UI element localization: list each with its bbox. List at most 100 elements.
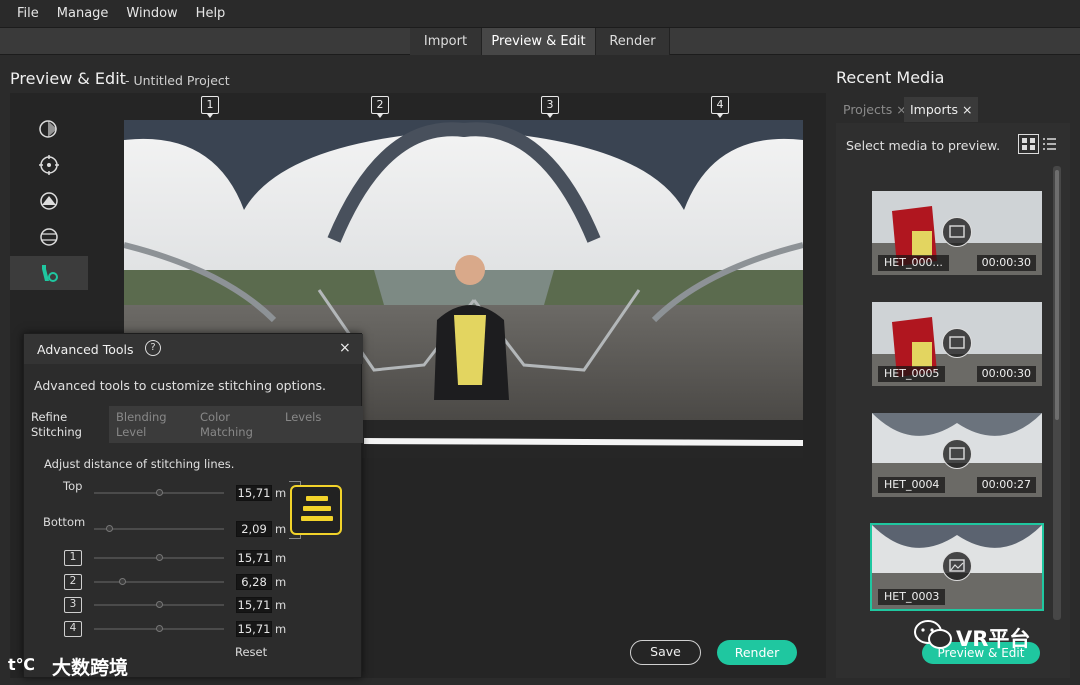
media-name: HET_000...	[878, 255, 949, 271]
media-duration: 00:00:30	[976, 366, 1036, 382]
advanced-tools-header: Advanced Tools ? ×	[24, 334, 363, 364]
advanced-tools-title: Advanced Tools	[37, 342, 134, 357]
lens-icon	[40, 228, 58, 246]
wrench-gear-icon	[42, 265, 58, 282]
advanced-tools-button[interactable]	[10, 256, 88, 290]
stitch-2-slider[interactable]	[94, 578, 224, 585]
unit-label: m	[275, 486, 287, 500]
project-name: - Untitled Project	[125, 73, 230, 88]
stitch-marker-1[interactable]: 1	[201, 96, 219, 118]
stitch-number-2: 2	[64, 574, 82, 590]
top-value[interactable]: 15,71	[236, 485, 272, 501]
tab-import[interactable]: Import	[410, 28, 482, 55]
media-item[interactable]: HET_000... 00:00:30	[872, 191, 1042, 275]
lens-tool[interactable]	[10, 220, 88, 254]
media-name: HET_0003	[878, 589, 946, 605]
recent-media-title: Recent Media	[836, 68, 945, 87]
horizon-tool[interactable]	[10, 184, 88, 218]
tab-projects[interactable]: Projects ×	[837, 97, 913, 122]
media-item-selected[interactable]: HET_0003	[870, 523, 1044, 611]
menu-help[interactable]: Help	[187, 6, 235, 21]
media-item[interactable]: HET_0004 00:00:27	[872, 413, 1042, 497]
stitch-4-slider[interactable]	[94, 625, 224, 632]
watermark-logo-icon: t℃	[8, 655, 35, 674]
unit-label: m	[275, 575, 287, 589]
menu-window[interactable]: Window	[117, 6, 186, 21]
stitch-marker-3[interactable]: 3	[541, 96, 559, 118]
orientation-tool[interactable]	[10, 112, 88, 146]
media-scrollbar-thumb[interactable]	[1055, 170, 1059, 420]
unit-label: m	[275, 551, 287, 565]
stitching-instruction: Adjust distance of stitching lines.	[44, 457, 235, 471]
horizon-icon	[40, 192, 58, 210]
stitch-1-value[interactable]: 15,71	[236, 550, 272, 566]
close-icon[interactable]: ×	[339, 340, 351, 356]
media-name: HET_0005	[878, 366, 946, 382]
stitch-marker-4[interactable]: 4	[711, 96, 729, 118]
grid-view-icon[interactable]	[1018, 134, 1039, 154]
tab-refine-stitching[interactable]: Refine Stitching	[24, 406, 109, 443]
page-title: Preview & Edit	[10, 69, 126, 88]
stitch-2-value[interactable]: 6,28	[236, 574, 272, 590]
stitch-4-value[interactable]: 15,71	[236, 621, 272, 637]
watermark-right-text: VR平台	[956, 627, 1031, 651]
watermark-left-text: 大数跨境	[52, 657, 129, 679]
stitch-3-slider[interactable]	[94, 601, 224, 608]
list-icon	[1043, 138, 1056, 150]
menu-bar: File Manage Window Help	[0, 0, 1080, 28]
tab-blending-level[interactable]: Blending Level	[109, 406, 193, 443]
slider-knob[interactable]	[155, 489, 163, 496]
target-tool[interactable]	[10, 148, 88, 182]
select-media-hint: Select media to preview.	[846, 138, 1001, 153]
stitch-1-slider[interactable]	[94, 554, 224, 561]
advanced-tools-tabs: Refine Stitching Blending Level Color Ma…	[24, 406, 363, 443]
wechat-icon	[914, 620, 952, 649]
render-button[interactable]: Render	[717, 640, 797, 665]
unit-label: m	[275, 522, 287, 536]
tab-levels[interactable]: Levels	[278, 406, 363, 443]
slider-knob[interactable]	[106, 525, 114, 532]
close-icon[interactable]: ×	[962, 102, 972, 117]
stitch-number-1: 1	[64, 550, 82, 566]
slider-knob[interactable]	[155, 601, 163, 608]
svg-text:t℃: t℃	[8, 655, 35, 674]
tab-imports[interactable]: Imports ×	[904, 97, 979, 122]
tab-projects-label: Projects	[843, 102, 893, 117]
link-top-bottom-button[interactable]	[290, 485, 342, 535]
list-view-icon[interactable]	[1043, 137, 1056, 151]
advanced-tools-panel: Advanced Tools ? × Advanced tools to cus…	[23, 333, 363, 678]
stitch-3-value[interactable]: 15,71	[236, 597, 272, 613]
reset-button[interactable]: Reset	[235, 645, 267, 659]
tab-preview-edit[interactable]: Preview & Edit	[482, 28, 596, 55]
video-icon	[942, 439, 972, 469]
unit-label: m	[275, 622, 287, 636]
workflow-tab-bar: Import Preview & Edit Render	[0, 28, 1080, 55]
slider-knob[interactable]	[118, 578, 126, 585]
orientation-icon	[39, 120, 57, 138]
unit-label: m	[275, 598, 287, 612]
media-duration: 00:00:27	[976, 477, 1036, 493]
row-label-bottom: Bottom	[43, 515, 86, 529]
top-slider[interactable]	[94, 489, 224, 496]
slider-knob[interactable]	[155, 625, 163, 632]
tab-render[interactable]: Render	[596, 28, 670, 55]
tab-color-matching[interactable]: Color Matching	[193, 406, 278, 443]
tool-strip	[10, 110, 88, 290]
stitch-number-4: 4	[64, 621, 82, 637]
menu-manage[interactable]: Manage	[48, 6, 118, 21]
stitch-marker-2[interactable]: 2	[371, 96, 389, 118]
media-duration: 00:00:30	[976, 255, 1036, 271]
stitch-number-3: 3	[64, 597, 82, 613]
tab-imports-label: Imports	[910, 102, 958, 117]
image-icon	[942, 551, 972, 581]
media-item[interactable]: HET_0005 00:00:30	[872, 302, 1042, 386]
menu-file[interactable]: File	[8, 6, 48, 21]
video-icon	[942, 217, 972, 247]
save-button[interactable]: Save	[630, 640, 701, 665]
bottom-value[interactable]: 2,09	[236, 521, 272, 537]
media-name: HET_0004	[878, 477, 946, 493]
row-label-top: Top	[63, 479, 83, 493]
slider-knob[interactable]	[155, 554, 163, 561]
bottom-slider[interactable]	[94, 525, 224, 532]
help-icon[interactable]: ?	[145, 340, 161, 356]
